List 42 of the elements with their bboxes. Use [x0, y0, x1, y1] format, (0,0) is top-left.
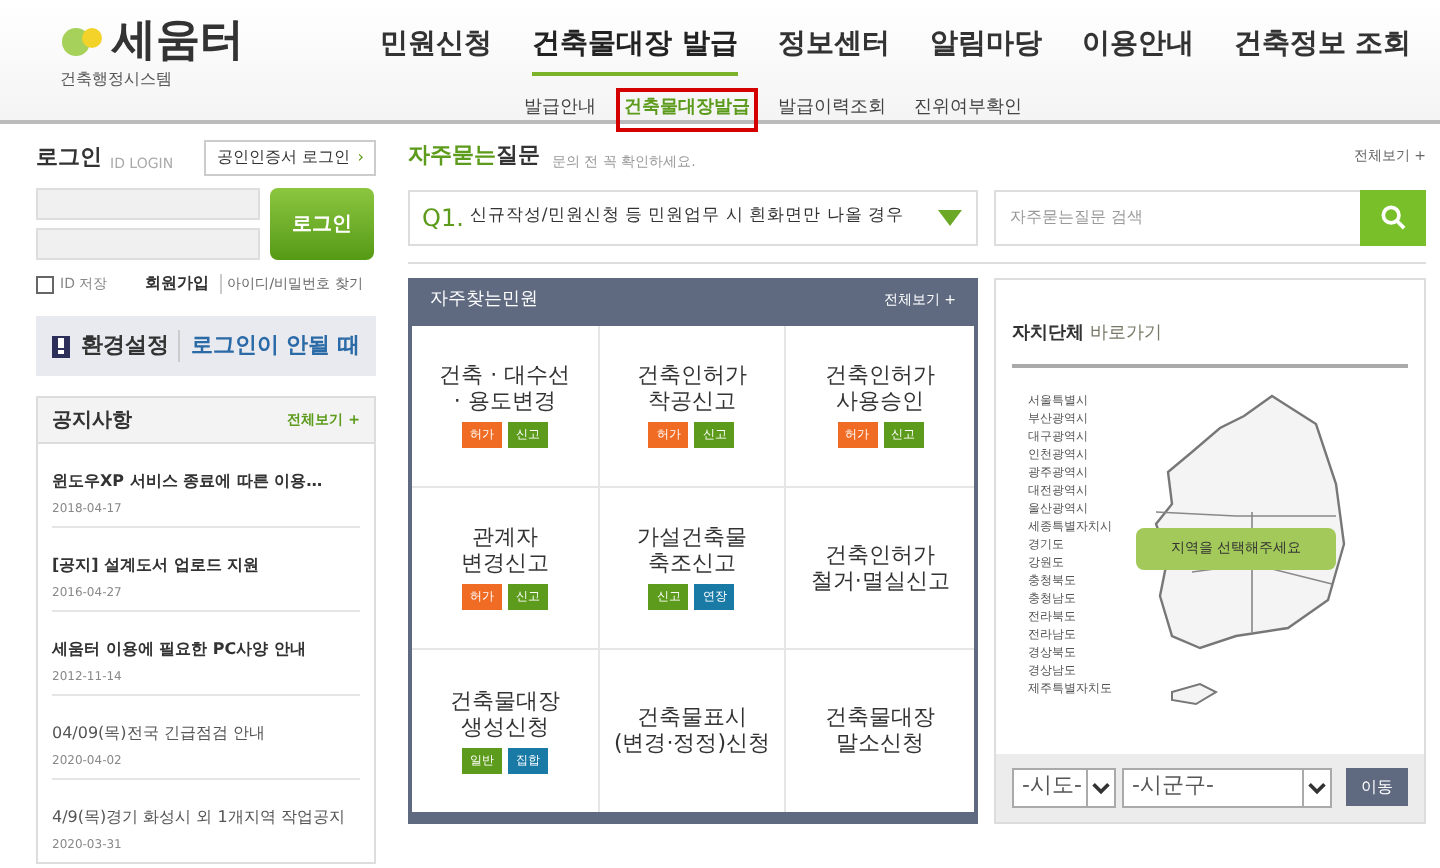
nav-tab[interactable]: 건축물대장 발급	[532, 24, 738, 76]
subnav-link[interactable]: 발급이력조회	[770, 88, 894, 131]
logo-subtitle: 건축행정시스템	[60, 68, 172, 92]
notice-title-link[interactable]: 4/9(목)경기 화성시 외 1개지역 작업공지	[52, 806, 345, 830]
password-input-field[interactable]	[36, 228, 260, 260]
service-cell[interactable]: 건축인허가 철거·멸실신고	[786, 487, 974, 649]
nav-tab[interactable]: 건축정보 조회	[1233, 24, 1412, 76]
dropdown-triangle-icon	[938, 209, 962, 225]
faq-search-field[interactable]: 자주묻는질문 검색	[994, 189, 1360, 245]
certificate-login-button[interactable]: 공인인증서 로그인 ›	[204, 140, 376, 176]
notice-title-link[interactable]: [공지] 설계도서 업로드 지원	[52, 554, 260, 578]
notice-title-link[interactable]: 윈도우XP 서비스 종료에 따른 이용…	[52, 470, 323, 494]
login-trouble-link[interactable]: 로그인이 안될 때	[178, 329, 360, 363]
remember-checkbox[interactable]	[36, 275, 54, 293]
id-input-field[interactable]	[36, 188, 260, 220]
subnav-link[interactable]: 진위여부확인	[906, 88, 1030, 131]
notice-title-link[interactable]: 세움터 이용에 필요한 PC사양 안내	[52, 638, 306, 662]
go-button[interactable]: 이동	[1346, 768, 1408, 806]
login-title: 로그인	[36, 141, 102, 174]
city-select[interactable]: -시군구-	[1122, 767, 1332, 807]
services-title: 자주찾는민원	[430, 287, 538, 314]
faq-question-dropdown[interactable]: Q1. 신규작성/민원신청 등 민원업무 시 흰화면만 나올 경우	[408, 189, 978, 245]
service-cell[interactable]: 건축물대장 말소신청	[786, 649, 974, 811]
search-button[interactable]	[1360, 189, 1426, 245]
nav-tab[interactable]: 정보센터	[777, 24, 890, 76]
settings-link[interactable]: 환경설정	[80, 329, 169, 363]
nav-tab[interactable]: 알림마당	[929, 24, 1042, 76]
local-title: 자치단체 바로가기	[1012, 323, 1163, 343]
subnav-link[interactable]: 발급안내	[516, 88, 604, 131]
join-link[interactable]: 회원가입	[145, 272, 210, 296]
province-select[interactable]: -시도-	[1012, 767, 1116, 807]
caret-icon	[1086, 769, 1114, 805]
service-cell[interactable]: 건축물표시 (변경·정정)신청	[599, 649, 787, 811]
nav-tab[interactable]: 이용안내	[1081, 24, 1194, 76]
logo-text[interactable]: 세움터	[112, 20, 244, 64]
nav-tab[interactable]: 민원신청	[380, 24, 492, 76]
faq-title: 자주묻는질문	[408, 140, 540, 172]
alert-icon	[52, 335, 71, 357]
caret-icon	[1302, 769, 1330, 805]
search-icon	[1380, 204, 1406, 230]
notice-title-link[interactable]: 04/09(목)전국 긴급점검 안내	[52, 722, 265, 746]
notice-title: 공지사항	[52, 407, 132, 435]
